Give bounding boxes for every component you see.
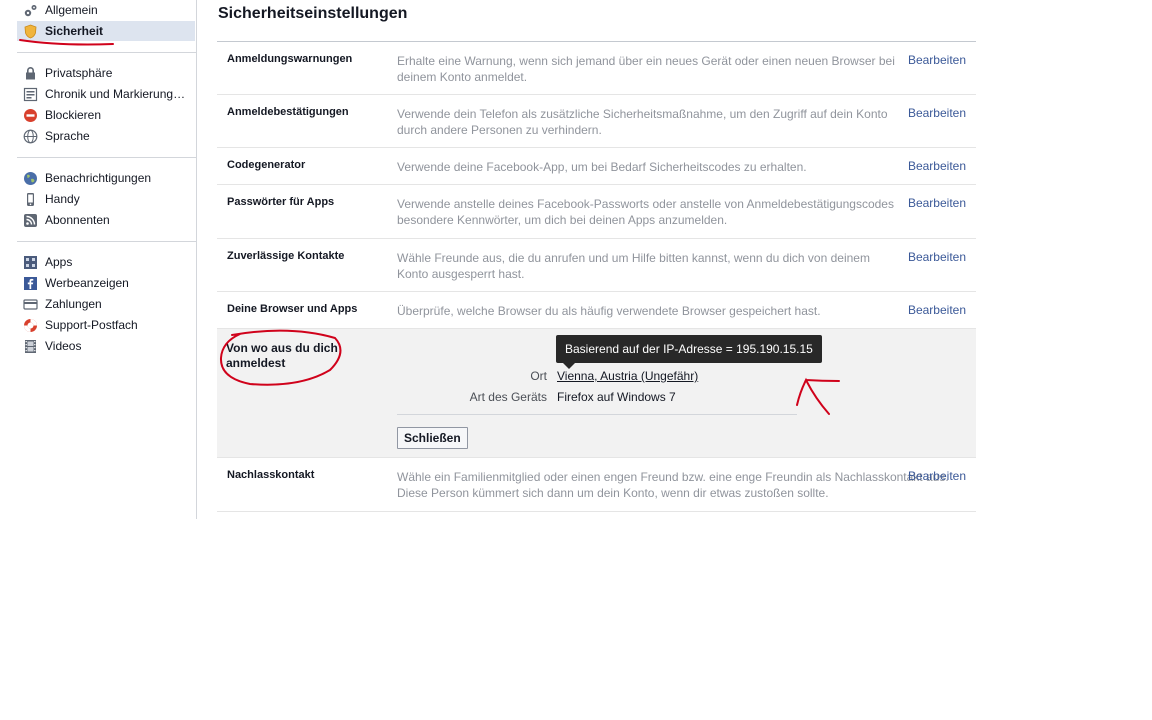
edit-link[interactable]: Bearbeiten: [908, 303, 966, 317]
device-type-label: Art des Geräts: [469, 390, 547, 404]
sidebar-item-chronik[interactable]: Chronik und Markierung…: [17, 84, 195, 104]
device-type-value: Firefox auf Windows 7: [557, 390, 676, 404]
block-icon: [23, 108, 38, 123]
details-divider: [397, 414, 797, 415]
lock-icon: [23, 66, 38, 81]
settings-row-codegenerator[interactable]: Codegenerator Verwende deine Facebook-Ap…: [217, 148, 976, 185]
sidebar-item-apps[interactable]: Apps: [17, 252, 195, 272]
sidebar-item-blockieren[interactable]: Blockieren: [17, 105, 195, 125]
edit-link[interactable]: Bearbeiten: [908, 53, 966, 67]
card-icon: [23, 297, 38, 312]
sidebar-item-zahlungen[interactable]: Zahlungen: [17, 294, 195, 314]
sidebar-item-support-postfach[interactable]: Support-Postfach: [17, 315, 195, 335]
row-description: Verwende deine Facebook-App, um bei Beda…: [397, 160, 807, 174]
row-label: Von wo aus du dich anmeldest: [226, 341, 338, 370]
settings-row-browser-und-apps[interactable]: Deine Browser und Apps Überprüfe, welche…: [217, 292, 976, 329]
settings-row-anmeldungswarnungen[interactable]: Anmeldungswarnungen Erhalte eine Warnung…: [217, 42, 976, 95]
row-description: Überprüfe, welche Browser du als häufig …: [397, 304, 821, 318]
sidebar-item-privatsphaere[interactable]: Privatsphäre: [17, 63, 195, 83]
edit-link[interactable]: Bearbeiten: [908, 469, 966, 483]
row-description: Verwende dein Telefon als zusätzliche Si…: [397, 107, 888, 137]
row-label: Nachlasskontakt: [227, 469, 315, 481]
apps-icon: [23, 255, 38, 270]
settings-row-passwoerter-fuer-apps[interactable]: Passwörter für Apps Verwende anstelle de…: [217, 185, 976, 239]
row-description: Erhalte eine Warnung, wenn sich jemand ü…: [397, 54, 895, 84]
sidebar-item-sicherheit[interactable]: Sicherheit: [17, 21, 195, 41]
phone-icon: [23, 192, 38, 207]
sidebar-divider: [17, 241, 196, 242]
facebook-ads-icon: [23, 276, 38, 291]
row-description: Wähle ein Familienmitglied oder einen en…: [397, 470, 949, 500]
row-label: Deine Browser und Apps: [227, 303, 358, 315]
row-label: Anmeldungswarnungen: [227, 53, 353, 65]
sidebar-item-abonnenten[interactable]: Abonnenten: [17, 210, 195, 230]
location-label: Ort: [530, 369, 547, 383]
lifebuoy-icon: [23, 318, 38, 333]
sidebar-item-allgemein[interactable]: Allgemein: [17, 0, 195, 20]
page-title: Sicherheitseinstellungen: [218, 5, 408, 22]
row-description: Verwende anstelle deines Facebook-Passwo…: [397, 197, 894, 227]
sidebar-divider: [17, 157, 196, 158]
edit-link[interactable]: Bearbeiten: [908, 250, 966, 264]
security-settings-list: Anmeldungswarnungen Erhalte eine Warnung…: [217, 42, 976, 512]
settings-row-nachlasskontakt[interactable]: Nachlasskontakt Wähle ein Familienmitgli…: [217, 458, 976, 512]
shield-icon: [23, 24, 38, 39]
rss-icon: [23, 213, 38, 228]
sidebar-item-werbeanzeigen[interactable]: Werbeanzeigen: [17, 273, 195, 293]
row-label: Passwörter für Apps: [227, 196, 335, 208]
sidebar-item-videos[interactable]: Videos: [17, 336, 195, 356]
timeline-icon: [23, 87, 38, 102]
row-label: Zuverlässige Kontakte: [227, 250, 345, 262]
sidebar-item-benachrichtigungen[interactable]: Benachrichtigungen: [17, 168, 195, 188]
film-icon: [23, 339, 38, 354]
location-value[interactable]: Vienna, Austria (Ungefähr): [557, 368, 698, 384]
settings-row-login-locations-expanded: Von wo aus du dich anmeldest Basierend a…: [217, 329, 976, 458]
sidebar-divider: [17, 52, 196, 53]
close-button[interactable]: Schließen: [397, 427, 468, 449]
gears-icon: [23, 3, 38, 18]
sidebar-item-handy[interactable]: Handy: [17, 189, 195, 209]
globe-icon: [23, 129, 38, 144]
sidebar-item-sprache[interactable]: Sprache: [17, 126, 195, 146]
edit-link[interactable]: Bearbeiten: [908, 106, 966, 120]
ip-tooltip: Basierend auf der IP-Adresse = 195.190.1…: [556, 335, 822, 363]
settings-sidebar: Allgemein Sicherheit Privatsphäre Chroni…: [0, 0, 197, 519]
world-icon: [23, 171, 38, 186]
row-label: Anmeldebestätigungen: [227, 106, 349, 118]
row-label: Codegenerator: [227, 159, 306, 171]
edit-link[interactable]: Bearbeiten: [908, 159, 966, 173]
row-description: Wähle Freunde aus, die du anrufen und um…: [397, 251, 870, 281]
settings-row-zuverlaessige-kontakte[interactable]: Zuverlässige Kontakte Wähle Freunde aus,…: [217, 239, 976, 292]
settings-row-anmeldebestaetigungen[interactable]: Anmeldebestätigungen Verwende dein Telef…: [217, 95, 976, 148]
edit-link[interactable]: Bearbeiten: [908, 196, 966, 210]
